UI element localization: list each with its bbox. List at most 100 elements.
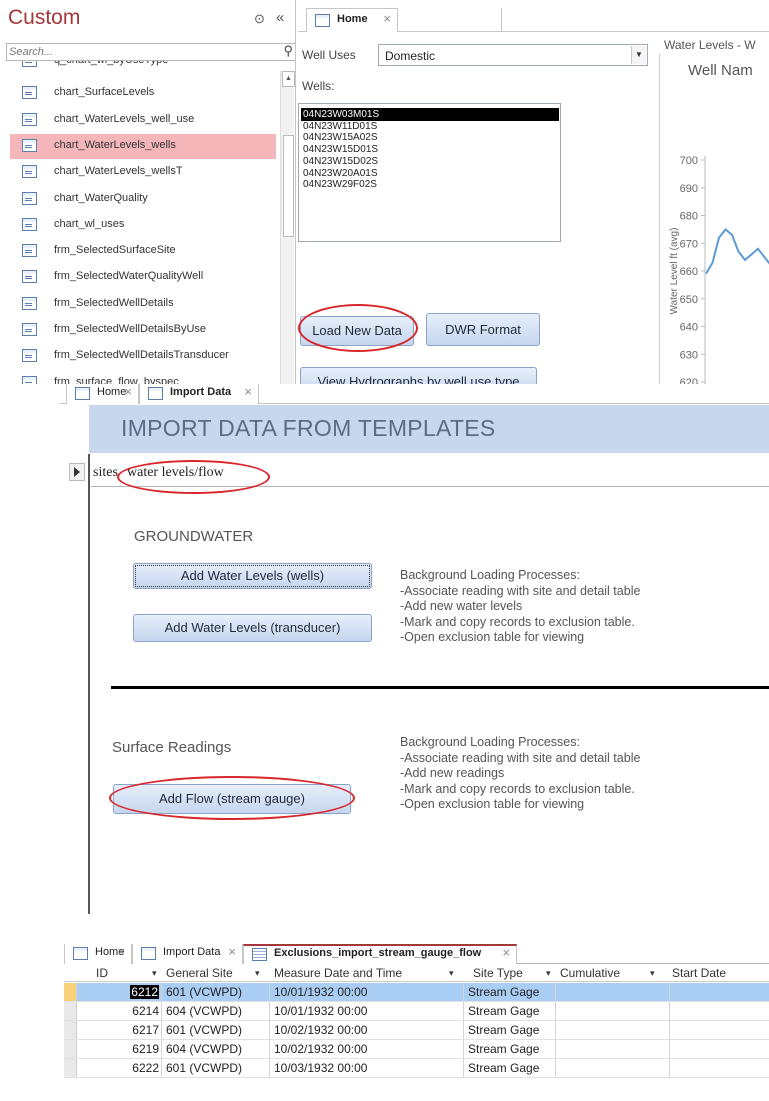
sort-arrow-icon[interactable]: ▾ [650,968,655,979]
cell-id[interactable]: 6222 [132,1061,159,1075]
row-selector[interactable] [64,983,77,1001]
add-water-levels-wells-button[interactable]: Add Water Levels (wells) [133,563,372,589]
column-divider [161,1002,162,1020]
nav-scrollbar[interactable]: ▲ [280,71,295,384]
column-divider [669,1021,670,1039]
nav-item[interactable]: frm_SelectedSurfaceSite [10,239,276,264]
cell-id[interactable]: 6214 [132,1004,159,1018]
wells-listbox[interactable]: 04N23W03M01S 04N23W11D01S 04N23W15A02S 04N2… [298,103,561,242]
nav-item[interactable]: frm_SelectedWaterQualityWell [10,265,276,290]
row-selector[interactable] [64,1002,77,1020]
cell-site-type[interactable]: Stream Gage [468,1042,539,1056]
cell-id[interactable]: 6212 [130,985,159,999]
datasheet-header-row: ID ▾ General Site ▾ Measure Date and Tim… [64,964,769,982]
table-row[interactable]: 6217 601 (VCWPD) 10/02/1932 00:00 Stream Ga… [64,1021,769,1040]
form-icon [22,138,37,152]
cell-general-site[interactable]: 604 (VCWPD) [166,1004,242,1018]
search-icon[interactable]: ⚲ [283,43,293,59]
nav-item[interactable]: chart_wl_uses [10,213,276,238]
cell-site-type[interactable]: Stream Gage [468,1061,539,1075]
scroll-thumb[interactable] [283,135,294,237]
nav-item[interactable]: chart_WaterLevels_well_use [10,108,276,133]
tab-home[interactable]: Home × [66,384,139,404]
cell-site-type[interactable]: Stream Gage [468,1004,539,1018]
cell-general-site[interactable]: 601 (VCWPD) [166,1023,242,1037]
form-icon [22,349,37,363]
cell-general-site[interactable]: 604 (VCWPD) [166,1042,242,1056]
subtab-sites[interactable]: sites [93,465,118,487]
nav-item[interactable]: frm_surface_flow_byspec [10,371,276,384]
cell-id[interactable]: 6217 [132,1023,159,1037]
tab-home[interactable]: Home × [306,8,398,32]
column-divider [463,1002,464,1020]
nav-item[interactable]: chart_WaterQuality [10,187,276,212]
y-tick-label: 640 [680,322,698,334]
chart-title: Water Levels - W [664,38,756,52]
close-icon[interactable]: × [383,11,391,26]
column-divider [269,1021,270,1039]
header-site-type[interactable]: Site Type [473,966,523,980]
table-row[interactable]: 6214 604 (VCWPD) 10/01/1932 00:00 Stream Ga… [64,1002,769,1021]
view-hydrographs-button[interactable]: View Hydrographs by well use type [300,367,537,384]
nav-item[interactable]: chart_WaterLevels_wellsT [10,160,276,185]
chevron-down-icon[interactable]: ▼ [631,46,646,64]
close-icon[interactable]: × [502,945,510,960]
tab-exclusions[interactable]: Exclusions_import_stream_gauge_flow × [243,944,517,964]
datasheet-body: 6212 601 (VCWPD) 10/01/1932 00:00 Stream Ga… [64,983,769,1101]
groundwater-heading: GROUNDWATER [134,528,254,545]
sort-arrow-icon[interactable]: ▾ [449,968,454,979]
cell-general-site[interactable]: 601 (VCWPD) [166,985,242,999]
add-water-levels-transducer-button[interactable]: Add Water Levels (transducer) [133,614,372,642]
well-list-item[interactable]: 04N23W29F02S [301,178,559,191]
close-icon[interactable]: × [124,384,132,399]
cell-measure-date[interactable]: 10/02/1932 00:00 [274,1023,367,1037]
close-icon[interactable]: × [244,384,252,399]
form-border [88,454,90,914]
cell-site-type[interactable]: Stream Gage [468,1023,539,1037]
tab-import-data[interactable]: Import Data × [132,944,243,964]
header-id[interactable]: ID [96,966,108,980]
nav-item[interactable]: frm_SelectedWellDetailsTransducer [10,344,276,369]
close-icon[interactable]: × [228,944,236,959]
nav-item[interactable]: chart_WaterLevels_wells [10,133,276,159]
y-tick-label: 620 [680,377,698,384]
nav-item[interactable]: chart_SurfaceLevels [10,81,276,106]
sort-arrow-icon[interactable]: ▾ [255,968,260,979]
cell-measure-date[interactable]: 10/02/1932 00:00 [274,1042,367,1056]
header-cumulative[interactable]: Cumulative [560,966,620,980]
nav-item[interactable]: frm_SelectedWellDetails [10,292,276,317]
cell-id[interactable]: 6219 [132,1042,159,1056]
tab-home[interactable]: Home × [64,944,132,964]
nav-item[interactable]: frm_SelectedWellDetailsByUse [10,318,276,343]
close-icon[interactable]: × [117,944,125,959]
cell-general-site[interactable]: 601 (VCWPD) [166,1061,242,1075]
table-row[interactable]: 6219 604 (VCWPD) 10/02/1932 00:00 Stream Ga… [64,1040,769,1059]
tab-import-data[interactable]: Import Data × [139,384,259,404]
table-row[interactable]: 6222 601 (VCWPD) 10/03/1932 00:00 Stream Ga… [64,1059,769,1078]
header-start-date[interactable]: Start Date [672,966,726,980]
well-uses-select[interactable]: Domestic ▼ [378,44,648,66]
record-selector[interactable] [69,463,85,481]
header-measure-date[interactable]: Measure Date and Time [274,966,402,980]
nav-dropdown-icon[interactable]: ⊙ [254,11,265,27]
cell-measure-date[interactable]: 10/01/1932 00:00 [274,1004,367,1018]
header-general-site[interactable]: General Site [166,966,233,980]
nav-search-input[interactable] [7,44,275,60]
cell-measure-date[interactable]: 10/03/1932 00:00 [274,1061,367,1075]
row-selector[interactable] [64,1021,77,1039]
sort-arrow-icon[interactable]: ▾ [152,968,157,979]
row-selector[interactable] [64,1040,77,1058]
cell-measure-date[interactable]: 10/01/1932 00:00 [274,985,367,999]
row-selector[interactable] [64,1059,77,1077]
table-row[interactable]: 6212 601 (VCWPD) 10/01/1932 00:00 Stream Ga… [64,983,769,1002]
sort-arrow-icon[interactable]: ▾ [546,968,551,979]
collapse-pane-icon[interactable]: « [276,9,284,26]
nav-item[interactable]: q_chart_wl_byUseType [10,61,276,74]
tab-divider [501,8,502,32]
y-tick-label: 690 [680,183,698,195]
dwr-format-button[interactable]: DWR Format [426,313,540,346]
cell-site-type[interactable]: Stream Gage [468,985,539,999]
scroll-up-icon[interactable]: ▲ [282,71,295,87]
form-icon [22,86,37,100]
nav-pane-title[interactable]: Custom [8,6,80,30]
